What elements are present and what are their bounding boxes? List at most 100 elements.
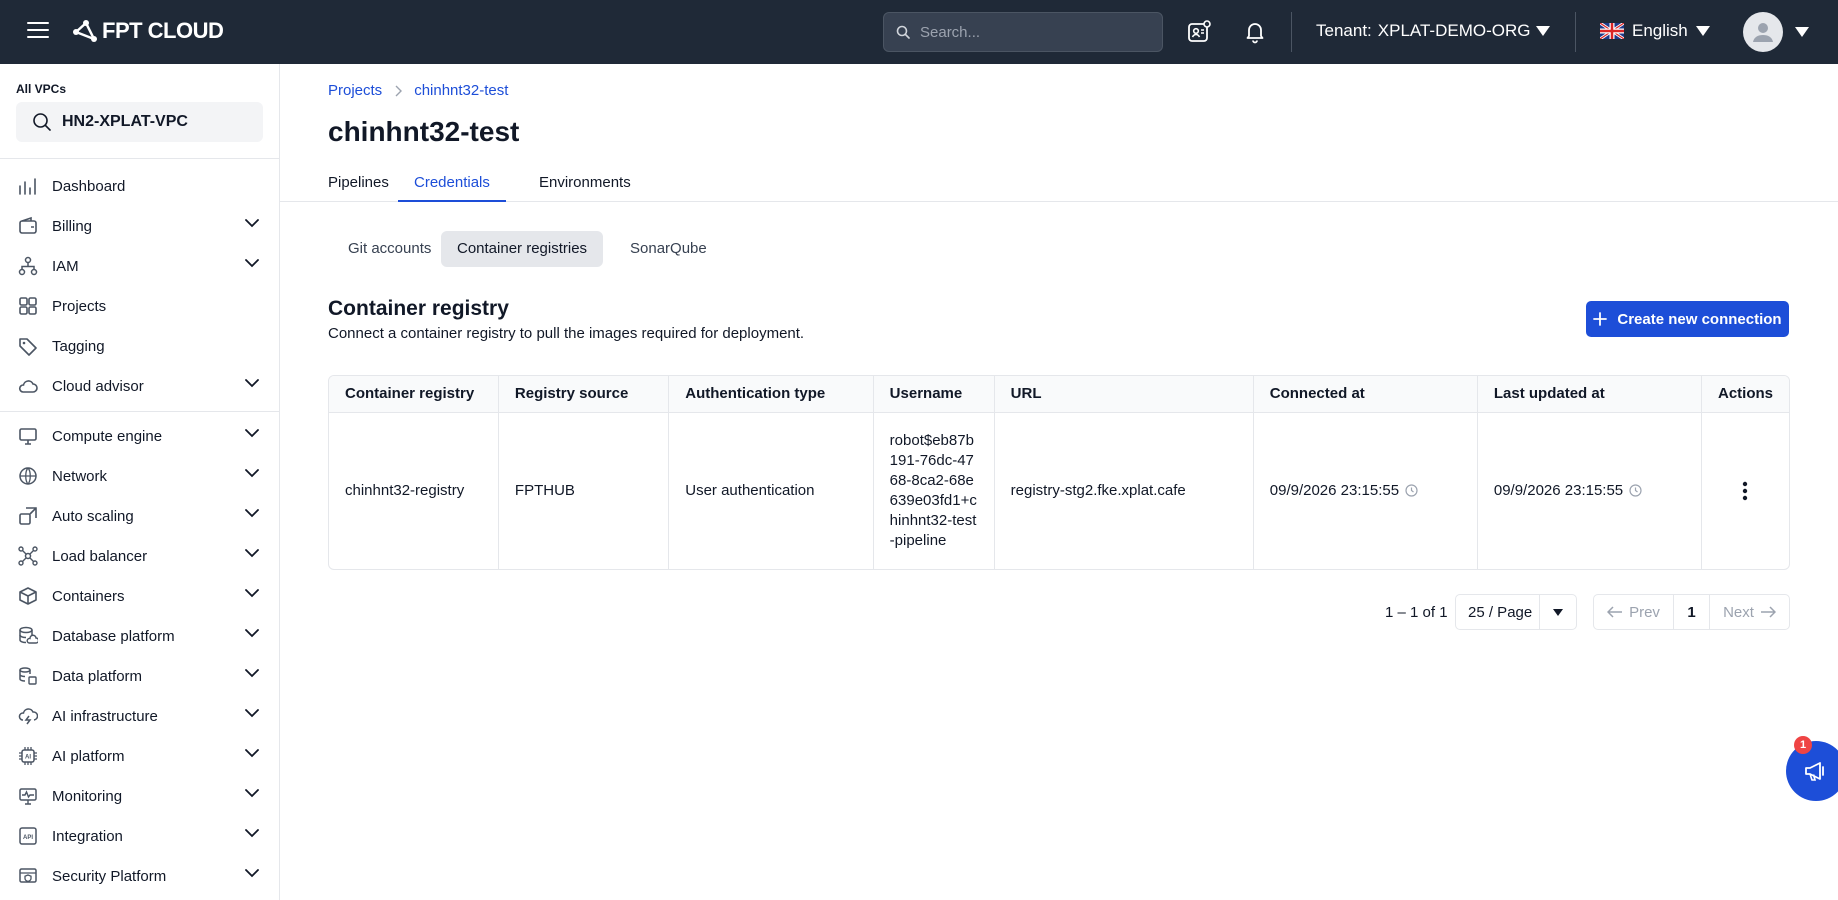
tenant-value: XPLAT-DEMO-ORG xyxy=(1377,21,1531,40)
sidebar-item-label: Tagging xyxy=(52,337,105,355)
sidebar-item-ai-infrastructure[interactable]: AI infrastructure xyxy=(0,696,279,736)
page-number-button[interactable]: 1 xyxy=(1674,594,1710,630)
globe-icon xyxy=(17,465,39,487)
create-connection-label: Create new connection xyxy=(1617,310,1782,328)
grid-icon xyxy=(17,295,39,317)
table-header-row: Container registry Registry source Authe… xyxy=(329,376,1789,413)
caret-down-icon xyxy=(1536,26,1551,36)
tab-credentials[interactable]: Credentials xyxy=(398,164,506,202)
sidebar-item-integration[interactable]: API Integration xyxy=(0,816,279,856)
sidebar-item-ai-platform[interactable]: AI AI platform xyxy=(0,736,279,776)
connected-at-text: 09/9/2026 23:15:55 xyxy=(1269,482,1400,500)
sidebar-item-network[interactable]: Network xyxy=(0,456,279,496)
divider xyxy=(0,158,279,159)
create-connection-button[interactable]: Create new connection xyxy=(1586,301,1789,337)
shield-icon xyxy=(17,865,39,887)
sidebar-item-iam[interactable]: IAM xyxy=(0,246,279,286)
search-input[interactable] xyxy=(920,23,1140,41)
tabs: Pipelines Credentials Environments xyxy=(280,164,1838,202)
column-header: Container registry xyxy=(329,376,499,413)
dashboard-icon xyxy=(17,175,39,197)
sidebar-item-label: Dashboard xyxy=(52,177,126,195)
tab-pipelines[interactable]: Pipelines xyxy=(312,164,405,202)
user-avatar[interactable] xyxy=(1743,12,1783,52)
cloud-icon xyxy=(17,375,39,397)
breadcrumb-current[interactable]: chinhnt32-test xyxy=(414,82,508,99)
chevron-down-icon xyxy=(244,788,260,798)
chevron-down-icon xyxy=(244,548,260,558)
sidebar-item-security-platform[interactable]: Security Platform xyxy=(0,856,279,896)
megaphone-icon xyxy=(1805,762,1824,781)
pagination-range: 1 – 1 of 1 xyxy=(1385,604,1448,621)
registry-table: Container registry Registry source Authe… xyxy=(328,375,1790,570)
sidebar-item-projects[interactable]: Projects xyxy=(0,286,279,326)
avatar-caret-icon[interactable] xyxy=(1795,27,1809,37)
more-actions-icon[interactable] xyxy=(1718,481,1773,501)
language-selector[interactable]: English xyxy=(1600,21,1710,41)
page-size-dropdown[interactable] xyxy=(1538,594,1576,630)
sidebar-item-dashboard[interactable]: Dashboard xyxy=(0,166,279,206)
scale-icon xyxy=(17,505,39,527)
sidebar-item-data-platform[interactable]: Data platform xyxy=(0,656,279,696)
plus-icon xyxy=(1593,312,1608,326)
cell-username: robot$eb87b191-76dc-4768-8ca2-68e639e03f… xyxy=(873,412,995,569)
hamburger-menu-icon[interactable] xyxy=(27,20,53,44)
sidebar-item-billing[interactable]: Billing xyxy=(0,206,279,246)
table-row[interactable]: chinhnt32-registry FPTHUB User authentic… xyxy=(329,412,1789,569)
chevron-down-icon xyxy=(244,668,260,678)
vpc-selector[interactable]: HN2-XPLAT-VPC xyxy=(16,102,263,142)
chevron-down-icon xyxy=(244,588,260,598)
logo[interactable]: FPT CLOUD xyxy=(72,18,224,44)
sidebar-item-containers[interactable]: Containers xyxy=(0,576,279,616)
prev-label: Prev xyxy=(1629,603,1660,621)
wallet-icon xyxy=(17,215,39,237)
sidebar-item-auto-scaling[interactable]: Auto scaling xyxy=(0,496,279,536)
column-header: Actions xyxy=(1701,376,1789,413)
page-size-value: 25 / Page xyxy=(1468,603,1533,621)
column-header: Connected at xyxy=(1253,376,1478,413)
sidebar-item-compute-engine[interactable]: Compute engine xyxy=(0,416,279,456)
cell-actions xyxy=(1701,412,1789,569)
chevron-down-icon xyxy=(244,468,260,478)
chevron-right-icon xyxy=(395,85,403,96)
bell-icon[interactable] xyxy=(1242,19,1268,45)
chevron-down-icon xyxy=(244,708,260,718)
sidebar-item-monitoring[interactable]: Monitoring xyxy=(0,776,279,816)
prev-page-button[interactable]: Prev xyxy=(1594,594,1674,630)
breadcrumb-projects[interactable]: Projects xyxy=(328,82,382,99)
tenant-label: Tenant: xyxy=(1316,21,1372,40)
caret-down-icon xyxy=(1552,608,1563,616)
logo-mark-icon xyxy=(73,20,97,42)
next-page-button[interactable]: Next xyxy=(1710,594,1789,630)
tab-environments[interactable]: Environments xyxy=(523,164,647,202)
sidebar-item-cloud-advisor[interactable]: Cloud advisor xyxy=(0,366,279,406)
notification-badge: 1 xyxy=(1794,736,1812,754)
sidebar-item-database-platform[interactable]: Database platform xyxy=(0,616,279,656)
tenant-selector[interactable]: Tenant: XPLAT-DEMO-ORG xyxy=(1316,21,1551,41)
page-size-select[interactable]: 25 / Page xyxy=(1455,594,1577,630)
subtab-sonarqube[interactable]: SonarQube xyxy=(614,231,723,267)
divider xyxy=(1575,12,1576,52)
column-header: Authentication type xyxy=(668,376,874,413)
column-header: URL xyxy=(994,376,1254,413)
svg-text:AI: AI xyxy=(25,755,31,761)
sidebar-item-load-balancer[interactable]: Load balancer xyxy=(0,536,279,576)
cell-source: FPTHUB xyxy=(498,412,670,569)
arrow-right-icon xyxy=(1760,606,1776,618)
contact-card-icon[interactable] xyxy=(1186,19,1212,45)
global-search[interactable] xyxy=(883,12,1163,52)
vpc-value: HN2-XPLAT-VPC xyxy=(62,113,188,130)
sidebar-item-tagging[interactable]: Tagging xyxy=(0,326,279,366)
announcement-button[interactable] xyxy=(1786,741,1838,801)
tag-icon xyxy=(17,335,39,357)
column-header: Registry source xyxy=(498,376,670,413)
cell-auth: User authentication xyxy=(668,412,874,569)
chevron-down-icon xyxy=(244,828,260,838)
subtab-git-accounts[interactable]: Git accounts xyxy=(332,231,447,267)
subtab-container-registries[interactable]: Container registries xyxy=(441,231,604,267)
arrow-left-icon xyxy=(1607,606,1623,618)
chevron-down-icon xyxy=(244,628,260,638)
sidebar-item-label: Projects xyxy=(52,297,107,315)
iam-icon xyxy=(17,255,39,277)
caret-down-icon xyxy=(1695,26,1710,36)
